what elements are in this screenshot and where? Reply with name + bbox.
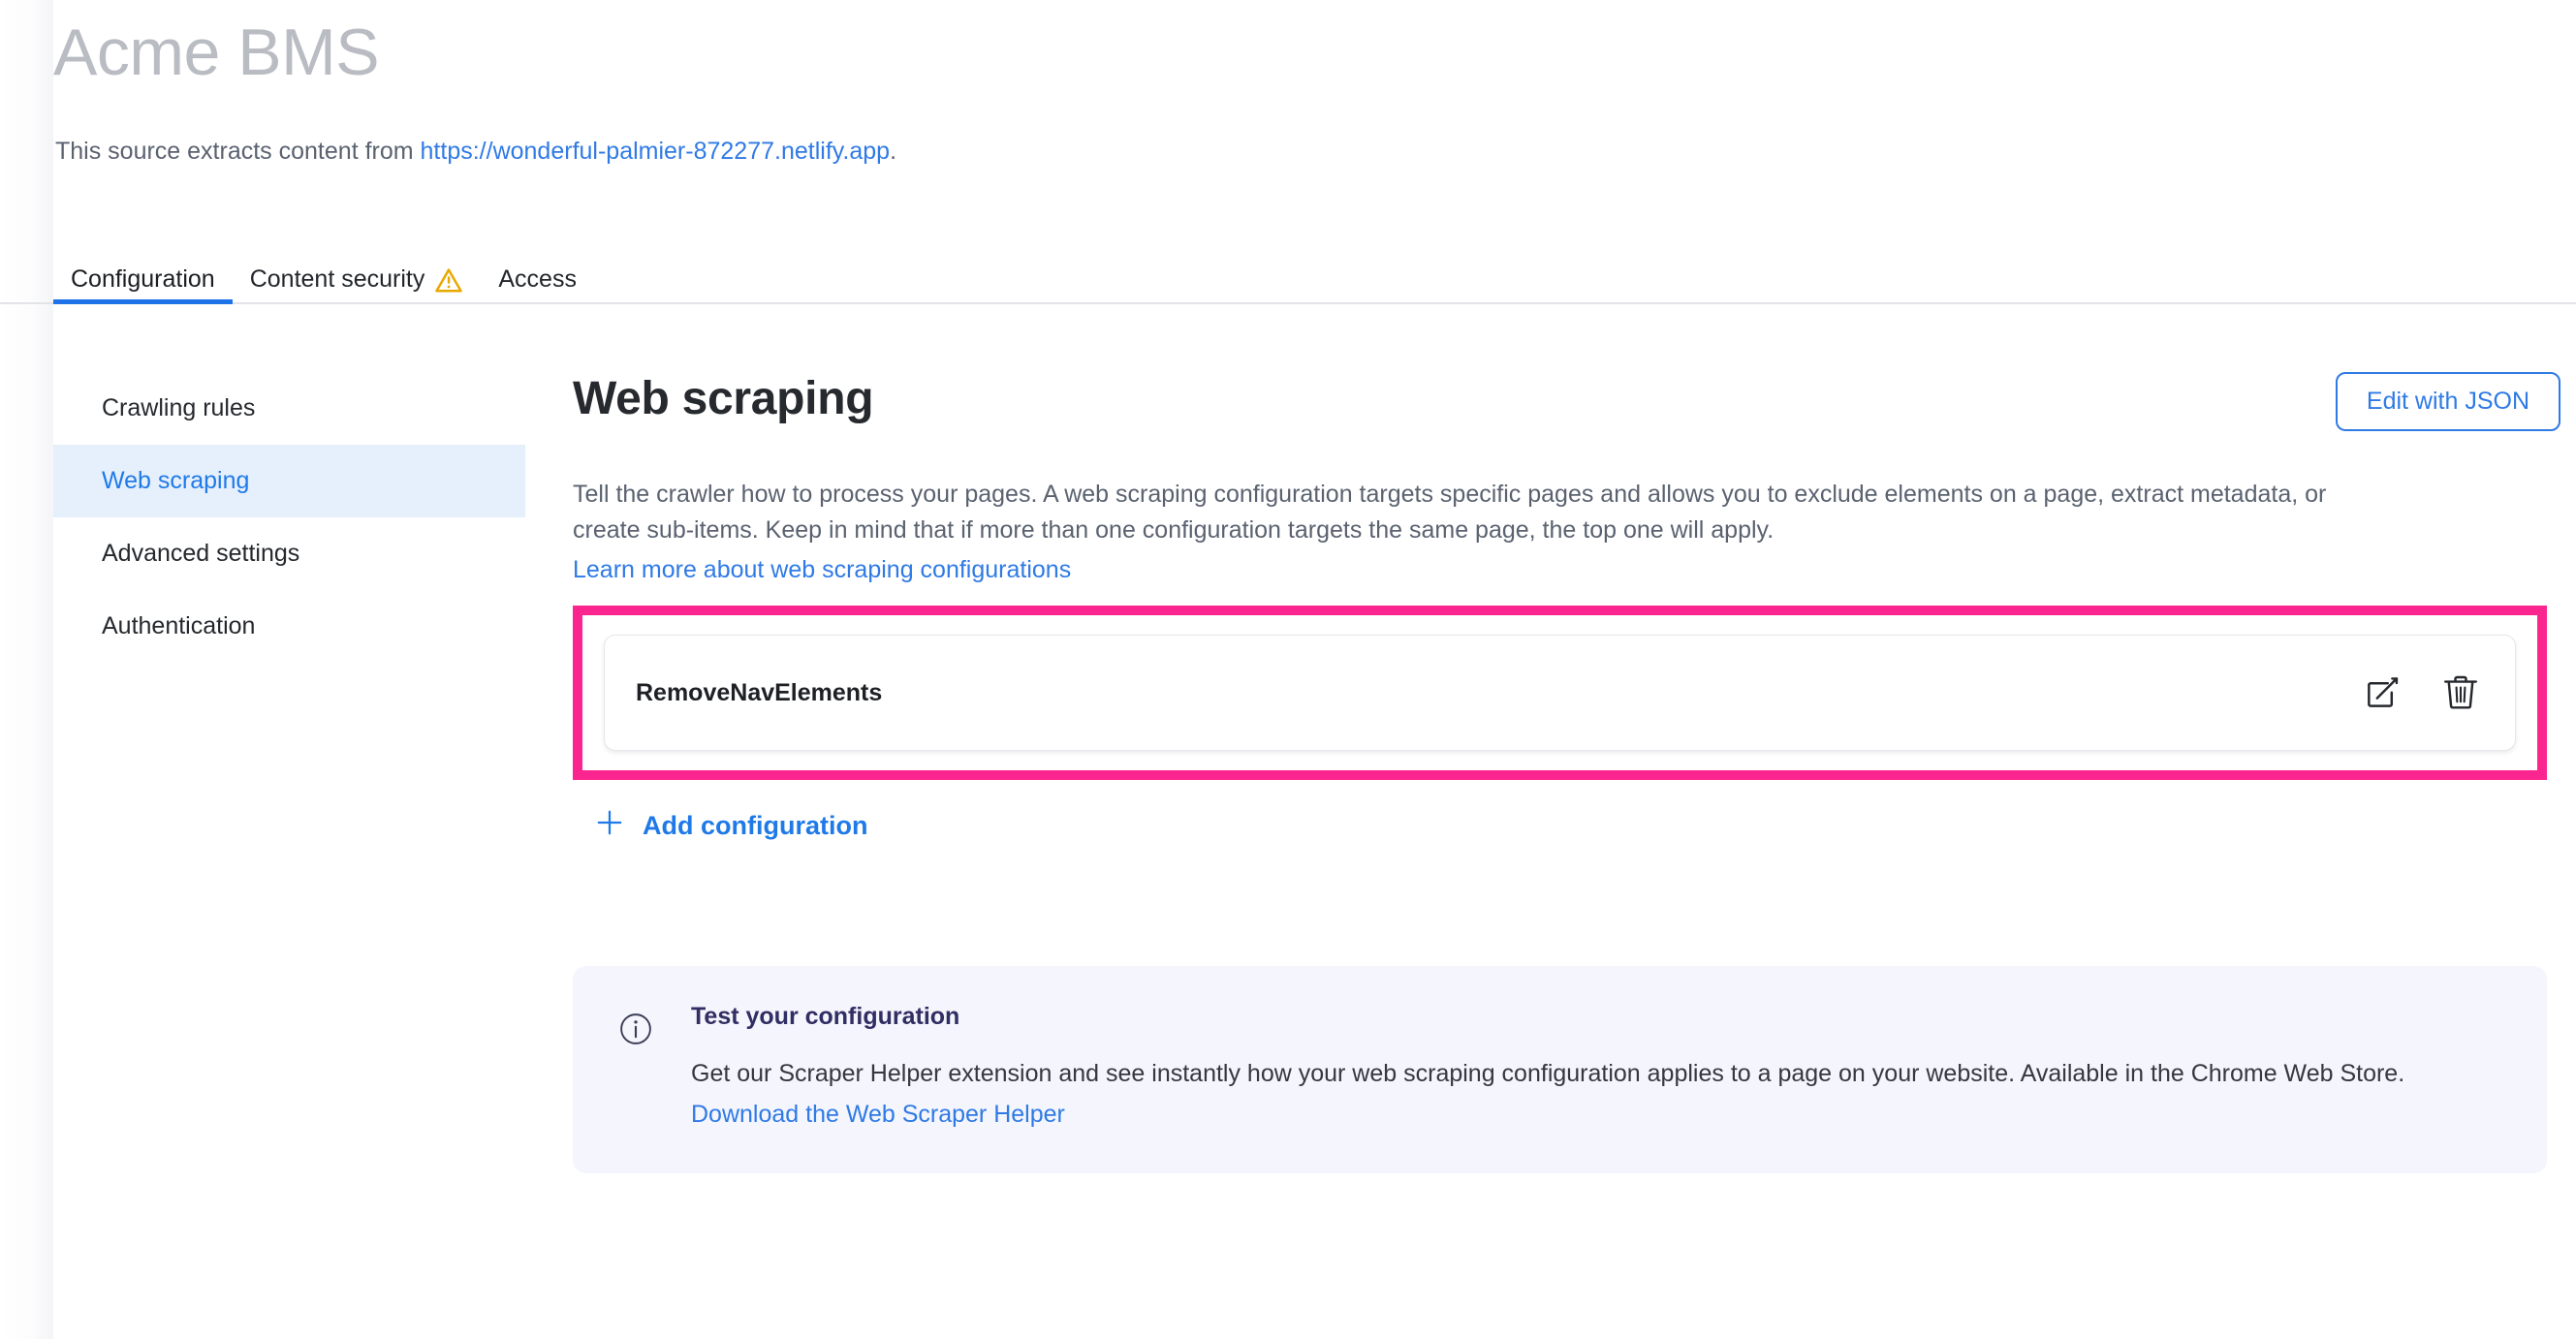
sidebar-item-authentication[interactable]: Authentication [53, 590, 525, 663]
sidebar-item-label: Web scraping [102, 467, 249, 495]
callout-title: Test your configuration [691, 1003, 2502, 1031]
warning-icon [434, 266, 463, 294]
main-panel: Web scraping Edit with JSON Tell the cra… [573, 362, 2576, 1173]
settings-sidebar: Crawling rules Web scraping Advanced set… [53, 372, 525, 663]
info-icon [617, 1003, 654, 1129]
tab-configuration[interactable]: Configuration [53, 254, 233, 304]
source-description-prefix: This source extracts content from [55, 138, 421, 165]
source-url-link[interactable]: https://wonderful-palmier-872277.netlify… [421, 138, 891, 165]
learn-more-link[interactable]: Learn more about web scraping configurat… [573, 556, 1071, 584]
add-configuration-label: Add configuration [643, 811, 867, 841]
tab-access-label: Access [498, 265, 577, 294]
callout-text: Get our Scraper Helper extension and see… [691, 1056, 2445, 1091]
sidebar-item-web-scraping[interactable]: Web scraping [53, 445, 525, 517]
tab-configuration-label: Configuration [71, 265, 215, 294]
page-title: Web scraping [573, 372, 873, 425]
main-header: Web scraping Edit with JSON [573, 362, 2576, 452]
tab-bar: Configuration Content security Access [0, 254, 2576, 304]
tab-content-security[interactable]: Content security [233, 254, 482, 304]
edit-configuration-button[interactable] [2358, 668, 2408, 718]
sidebar-item-crawling-rules[interactable]: Crawling rules [53, 372, 525, 445]
configuration-card[interactable]: RemoveNavElements [604, 635, 2516, 751]
sidebar-item-label: Crawling rules [102, 394, 255, 422]
tab-content-security-label: Content security [250, 265, 425, 294]
app-title: Acme BMS [53, 16, 379, 89]
sidebar-item-label: Advanced settings [102, 540, 299, 568]
tab-access[interactable]: Access [481, 254, 594, 304]
sidebar-item-advanced-settings[interactable]: Advanced settings [53, 517, 525, 590]
download-scraper-helper-link[interactable]: Download the Web Scraper Helper [691, 1101, 1065, 1129]
source-description-suffix: . [890, 138, 896, 165]
edit-icon [2362, 670, 2404, 716]
configuration-name: RemoveNavElements [636, 679, 882, 707]
test-configuration-callout: Test your configuration Get our Scraper … [573, 966, 2547, 1173]
callout-body: Test your configuration Get our Scraper … [691, 1003, 2502, 1129]
content-area: Crawling rules Web scraping Advanced set… [53, 304, 2576, 1339]
page-left-gutter [0, 0, 53, 1339]
configurations-highlight-box: RemoveNavElements [573, 606, 2547, 780]
source-description: This source extracts content from https:… [55, 138, 896, 166]
page-root: Acme BMS This source extracts content fr… [0, 0, 2576, 1339]
edit-with-json-button[interactable]: Edit with JSON [2336, 372, 2560, 431]
main-description: Tell the crawler how to process your pag… [573, 477, 2337, 547]
configuration-card-actions [2358, 668, 2486, 718]
add-configuration-button[interactable]: Add configuration [594, 807, 867, 845]
delete-configuration-button[interactable] [2435, 668, 2486, 718]
plus-icon [594, 807, 625, 845]
sidebar-item-label: Authentication [102, 612, 255, 640]
trash-icon [2439, 670, 2482, 716]
